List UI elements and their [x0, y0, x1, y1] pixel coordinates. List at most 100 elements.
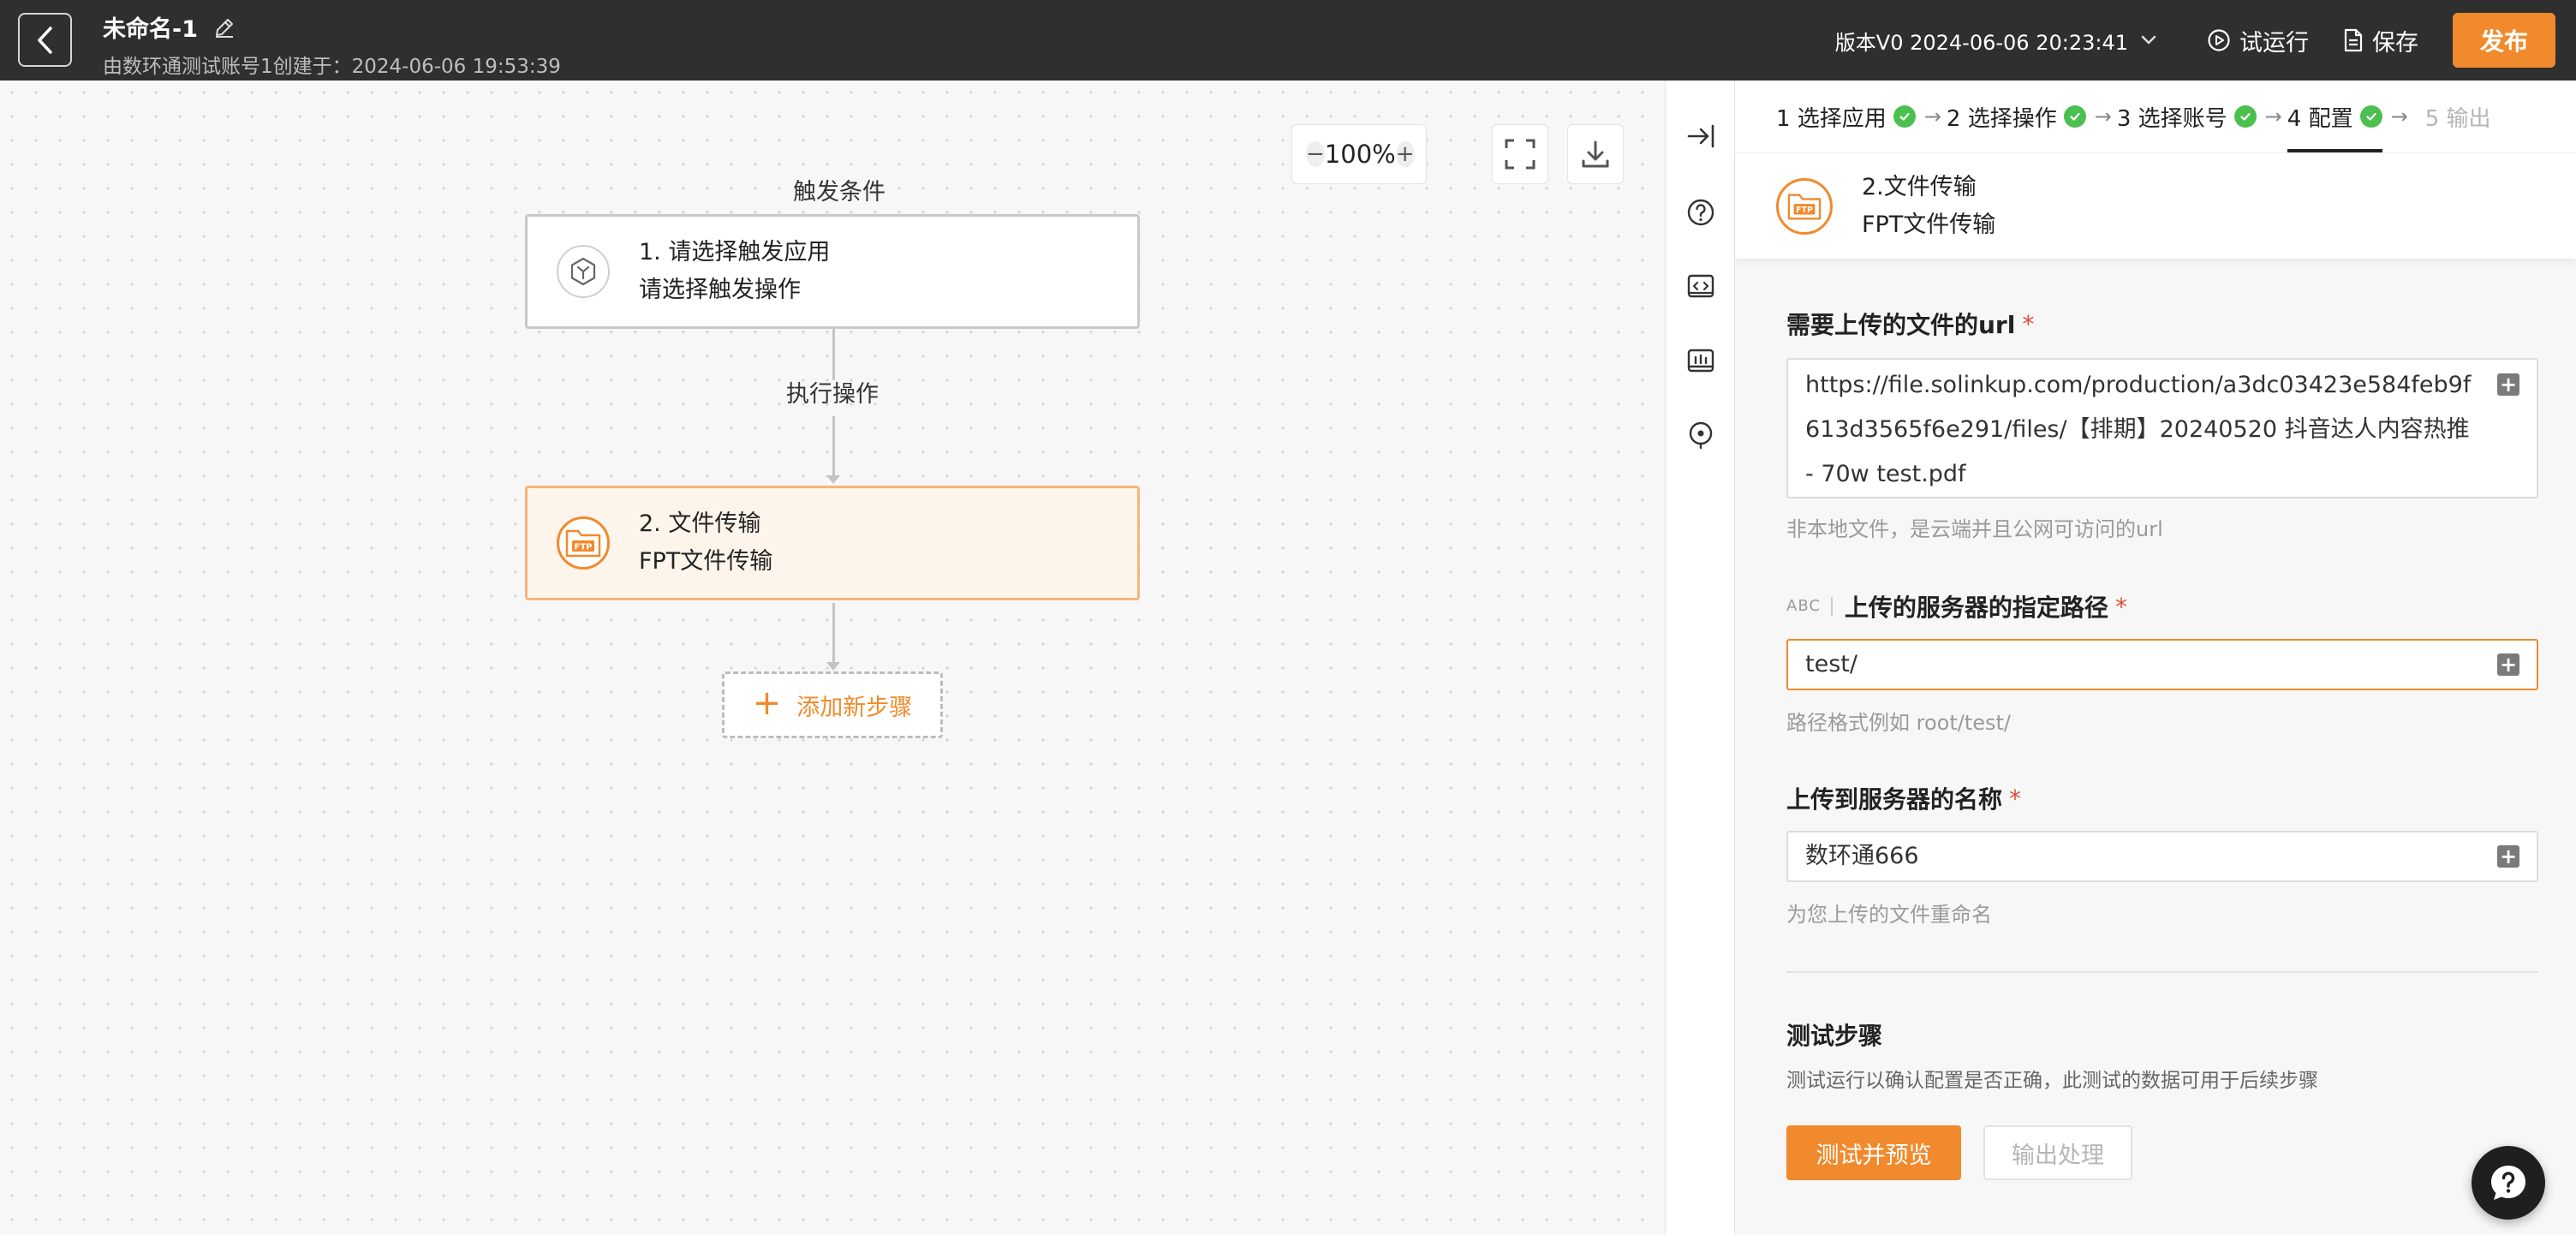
server-filename-help: 为您上传的文件重命名 — [1786, 903, 1992, 927]
ftp-folder-icon: FTP — [565, 529, 601, 558]
add-step-label: 添加新步骤 — [796, 694, 913, 721]
config-panel: 1 选择应用 → 2 选择操作 → 3 选择账号 → 4 配置 → 5 输出 F… — [1735, 81, 2576, 1235]
step-select-account[interactable]: 3 选择账号 — [2117, 81, 2257, 152]
doc-title-row: 未命名-1 — [103, 10, 236, 44]
server-path-input[interactable]: test/ + — [1786, 639, 2538, 690]
file-url-value: https://file.solinkup.com/production/a3d… — [1805, 372, 2472, 487]
trigger-label: 触发条件 — [793, 179, 886, 206]
trigger-node-subtitle: 请选择触发操作 — [639, 277, 801, 303]
trigger-node-text: 1. 请选择触发应用 请选择触发操作 — [639, 234, 830, 309]
test-preview-button[interactable]: 测试并预览 — [1786, 1125, 1961, 1180]
arrow-right-icon: → — [2264, 104, 2282, 128]
insert-variable-icon[interactable]: + — [2497, 845, 2519, 868]
server-path-help: 路径格式例如 root/test/ — [1786, 711, 2012, 735]
fullscreen-button[interactable] — [1492, 124, 1548, 184]
edit-icon[interactable] — [213, 16, 236, 39]
check-circle-icon — [2233, 105, 2257, 128]
selected-app-header: FTP 2.文件传输 FPT文件传输 — [1735, 152, 2576, 259]
location-button[interactable] — [1684, 418, 1718, 452]
step-label: 1 选择应用 — [1776, 105, 1887, 132]
steps-bar: 1 选择应用 → 2 选择操作 → 3 选择账号 → 4 配置 → 5 输出 — [1735, 81, 2576, 152]
server-filename-input[interactable]: 数环通666 + — [1786, 831, 2538, 882]
check-circle-icon — [2359, 105, 2382, 128]
step-select-action[interactable]: 2 选择操作 — [1947, 81, 2086, 152]
check-circle-icon — [2063, 105, 2086, 128]
trigger-node-title: 1. 请选择触发应用 — [639, 239, 831, 265]
app-name: 2.文件传输 — [1862, 173, 1977, 200]
field-label-text: 需要上传的文件的url — [1786, 311, 2016, 339]
help-chat-button[interactable] — [2472, 1146, 2545, 1220]
download-icon — [1582, 140, 1609, 168]
step-label: 5 输出 — [2424, 105, 2491, 132]
code-icon — [1687, 274, 1714, 298]
insert-variable-icon[interactable]: + — [2497, 373, 2519, 396]
action-node-subtitle: FPT文件传输 — [639, 548, 773, 575]
svg-text:FTP: FTP — [575, 543, 593, 552]
arrow-right-icon: → — [2094, 104, 2112, 128]
arrow-right-icon: → — [2390, 104, 2408, 128]
code-button[interactable] — [1684, 269, 1718, 303]
download-button[interactable] — [1567, 124, 1624, 184]
zoom-level: 100% — [1324, 140, 1396, 169]
app-desc: FPT文件传输 — [1862, 211, 1996, 238]
zoom-control: − 100% + — [1291, 124, 1427, 184]
step-label: 2 选择操作 — [1946, 105, 2057, 132]
chevron-left-icon — [37, 26, 52, 54]
zoom-out-button[interactable]: − — [1306, 141, 1325, 167]
action-label: 执行操作 — [786, 381, 879, 408]
action-node-title: 2. 文件传输 — [639, 510, 761, 537]
version-label: 版本V0 2024-06-06 20:23:41 — [1834, 30, 2128, 55]
flow-canvas[interactable]: − 100% + 触发条件 1. 请选择触发应用 请选择触发操作 执行操作 FT… — [0, 81, 1665, 1235]
help-button[interactable] — [1684, 195, 1718, 230]
location-icon — [1689, 421, 1713, 450]
text-type-tag: ABC — [1786, 597, 1833, 616]
server-filename-label: 上传到服务器的名称 * — [1786, 781, 2021, 815]
insert-variable-icon[interactable]: + — [2497, 653, 2519, 676]
question-circle-icon — [1687, 199, 1714, 226]
collapse-panel-button[interactable] — [1684, 119, 1718, 153]
arrow-right-icon: → — [1923, 104, 1941, 128]
connector-line — [832, 329, 835, 380]
trigger-node[interactable]: 1. 请选择触发应用 请选择触发操作 — [525, 214, 1140, 329]
document-icon — [2344, 28, 2363, 52]
save-label: 保存 — [2372, 29, 2418, 57]
test-section-title: 测试步骤 — [1786, 1022, 1883, 1050]
back-button[interactable] — [18, 13, 72, 67]
field-label-text: 上传到服务器的名称 — [1786, 785, 2003, 814]
app-text: 2.文件传输 FPT文件传输 — [1862, 169, 1995, 244]
version-select[interactable]: 版本V0 2024-06-06 20:23:41 — [1835, 26, 2157, 56]
server-filename-value: 数环通666 — [1805, 843, 1919, 869]
save-button[interactable]: 保存 — [2343, 24, 2418, 57]
test-run-label: 试运行 — [2239, 29, 2309, 57]
cube-icon — [570, 257, 596, 286]
check-circle-icon — [1893, 105, 1916, 128]
top-actions: 版本V0 2024-06-06 20:23:41 试运行 保存 发布 — [1835, 12, 2555, 69]
connector-line — [832, 603, 835, 663]
step-select-app[interactable]: 1 选择应用 — [1776, 81, 1916, 152]
file-url-input[interactable]: https://file.solinkup.com/production/a3d… — [1786, 358, 2538, 498]
action-node[interactable]: FTP 2. 文件传输 FPT文件传输 — [525, 486, 1140, 600]
file-url-label: 需要上传的文件的url * — [1786, 307, 2034, 341]
field-label-text: 上传的服务器的指定路径 — [1844, 594, 2108, 622]
step-output[interactable]: 5 输出 — [2425, 81, 2491, 152]
logs-button[interactable] — [1684, 343, 1718, 378]
section-divider — [1786, 971, 2538, 973]
bar-chart-icon — [1687, 349, 1714, 373]
required-mark: * — [2009, 784, 2022, 813]
node-icon: FTP — [557, 516, 610, 570]
publish-button[interactable]: 发布 — [2453, 13, 2555, 68]
output-processing-button[interactable]: 输出处理 — [1983, 1125, 2132, 1180]
help-bubble-icon — [2491, 1166, 2525, 1200]
step-label: 3 选择账号 — [2116, 105, 2227, 132]
step-label: 4 配置 — [2287, 105, 2353, 132]
zoom-in-button[interactable]: + — [1395, 141, 1415, 167]
test-run-button[interactable]: 试运行 — [2207, 24, 2309, 57]
chevron-down-icon — [2141, 35, 2156, 45]
ftp-folder-icon: FTP — [1787, 194, 1822, 219]
step-configure[interactable]: 4 配置 — [2287, 81, 2382, 152]
action-node-text: 2. 文件传输 FPT文件传输 — [639, 505, 772, 581]
file-url-help: 非本地文件，是云端并且公网可访问的url — [1786, 517, 2163, 541]
server-path-value: test/ — [1805, 651, 1857, 677]
collapse-right-icon — [1687, 124, 1714, 148]
add-step-button[interactable]: + 添加新步骤 — [722, 671, 943, 738]
